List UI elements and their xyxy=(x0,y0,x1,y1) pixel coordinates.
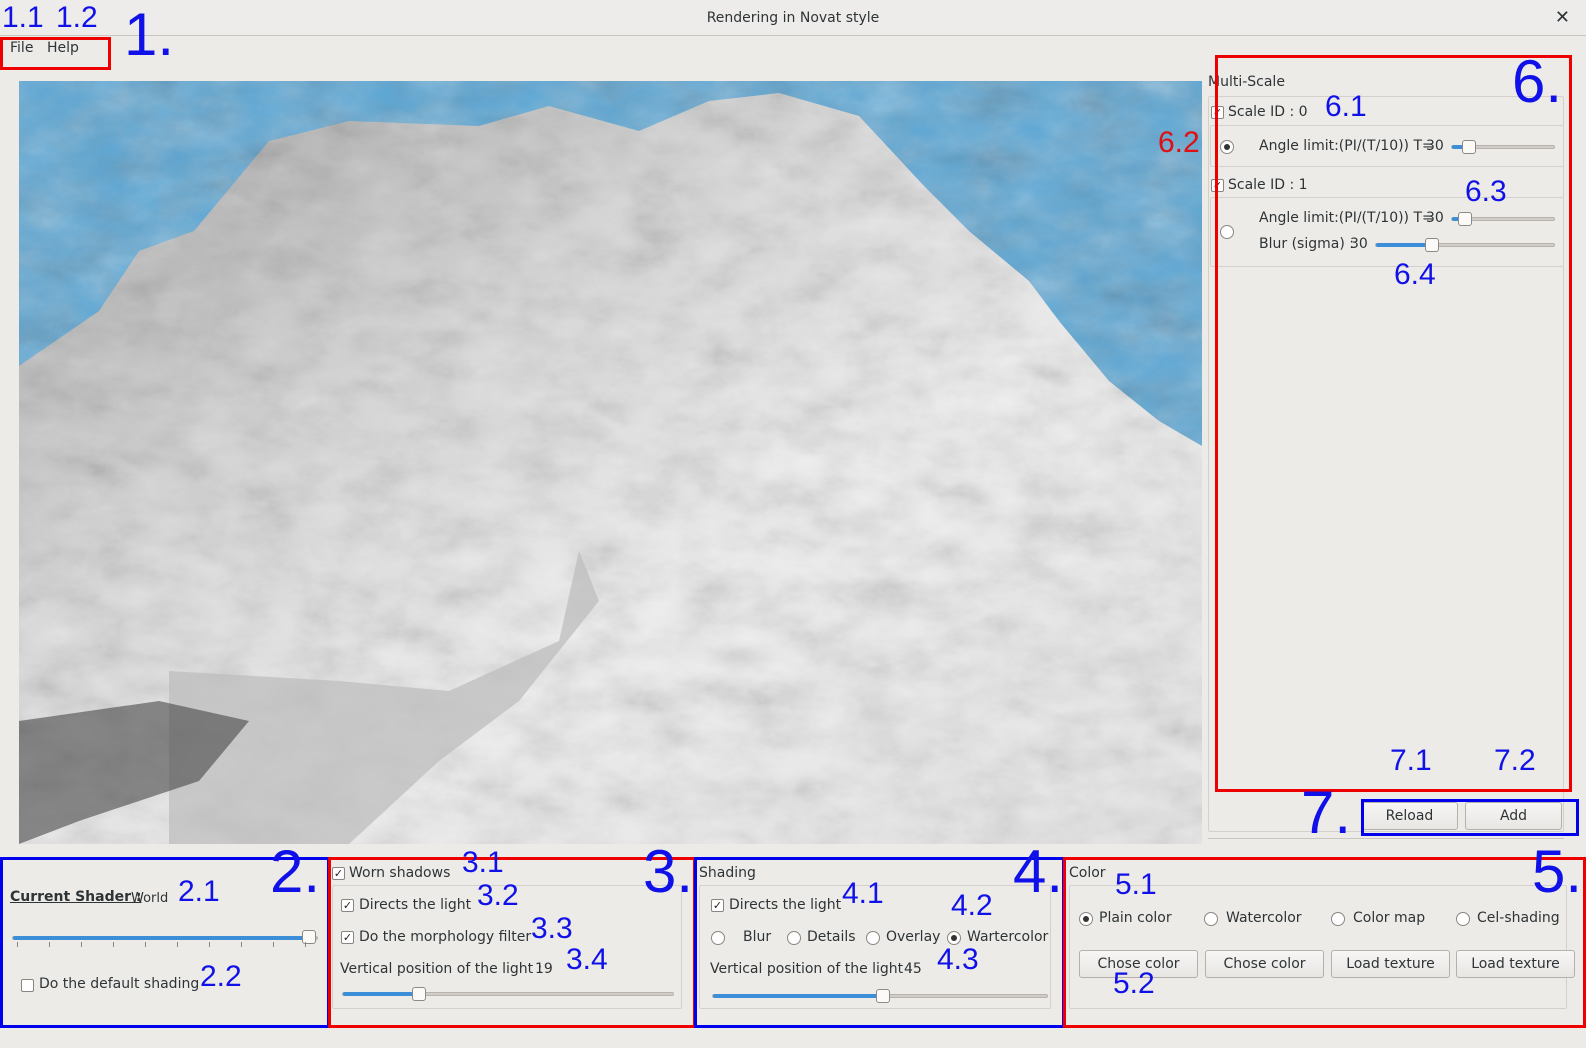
annotation-2-1: 2.1 xyxy=(178,875,220,908)
annotation-7-2: 7.2 xyxy=(1494,744,1536,777)
annotation-6: 6. xyxy=(1512,48,1563,115)
annotation-3-1: 3.1 xyxy=(462,846,504,879)
annotation-4: 4. xyxy=(1013,838,1064,905)
annotation-1-2: 1.2 xyxy=(56,1,98,34)
window-title: Rendering in Novat style xyxy=(706,10,880,26)
annotation-4-3: 4.3 xyxy=(937,943,979,976)
annotation-4-2: 4.2 xyxy=(951,889,993,922)
annotation-7-1: 7.1 xyxy=(1390,744,1432,777)
annotation-3-2: 3.2 xyxy=(477,879,519,912)
annotation-4-1: 4.1 xyxy=(842,877,884,910)
annotation-6-2: 6.2 xyxy=(1158,126,1200,159)
divider xyxy=(1208,838,1564,839)
annotation-3-4: 3.4 xyxy=(566,943,608,976)
annotation-box-buttons xyxy=(1361,799,1579,836)
annotation-1-1: 1.1 xyxy=(2,1,44,34)
annotation-5-2: 5.2 xyxy=(1113,967,1155,1000)
terrain-viewport[interactable] xyxy=(19,81,1202,844)
annotation-7: 7. xyxy=(1301,779,1352,846)
terrain-render xyxy=(19,93,1202,844)
annotation-6-1: 6.1 xyxy=(1325,90,1367,123)
annotation-6-3: 6.3 xyxy=(1465,175,1507,208)
annotation-3: 3. xyxy=(643,838,694,905)
annotation-5-1: 5.1 xyxy=(1115,868,1157,901)
annotation-5: 5. xyxy=(1532,838,1583,905)
close-icon[interactable]: ✕ xyxy=(1555,7,1570,28)
annotation-1: 1. xyxy=(124,1,175,68)
annotation-3-3: 3.3 xyxy=(531,912,573,945)
annotation-6-4: 6.4 xyxy=(1394,258,1436,291)
annotation-box-menu xyxy=(0,37,111,70)
annotation-2: 2. xyxy=(270,838,321,905)
annotation-2-2: 2.2 xyxy=(200,960,242,993)
annotation-box-multiscale xyxy=(1215,55,1572,792)
